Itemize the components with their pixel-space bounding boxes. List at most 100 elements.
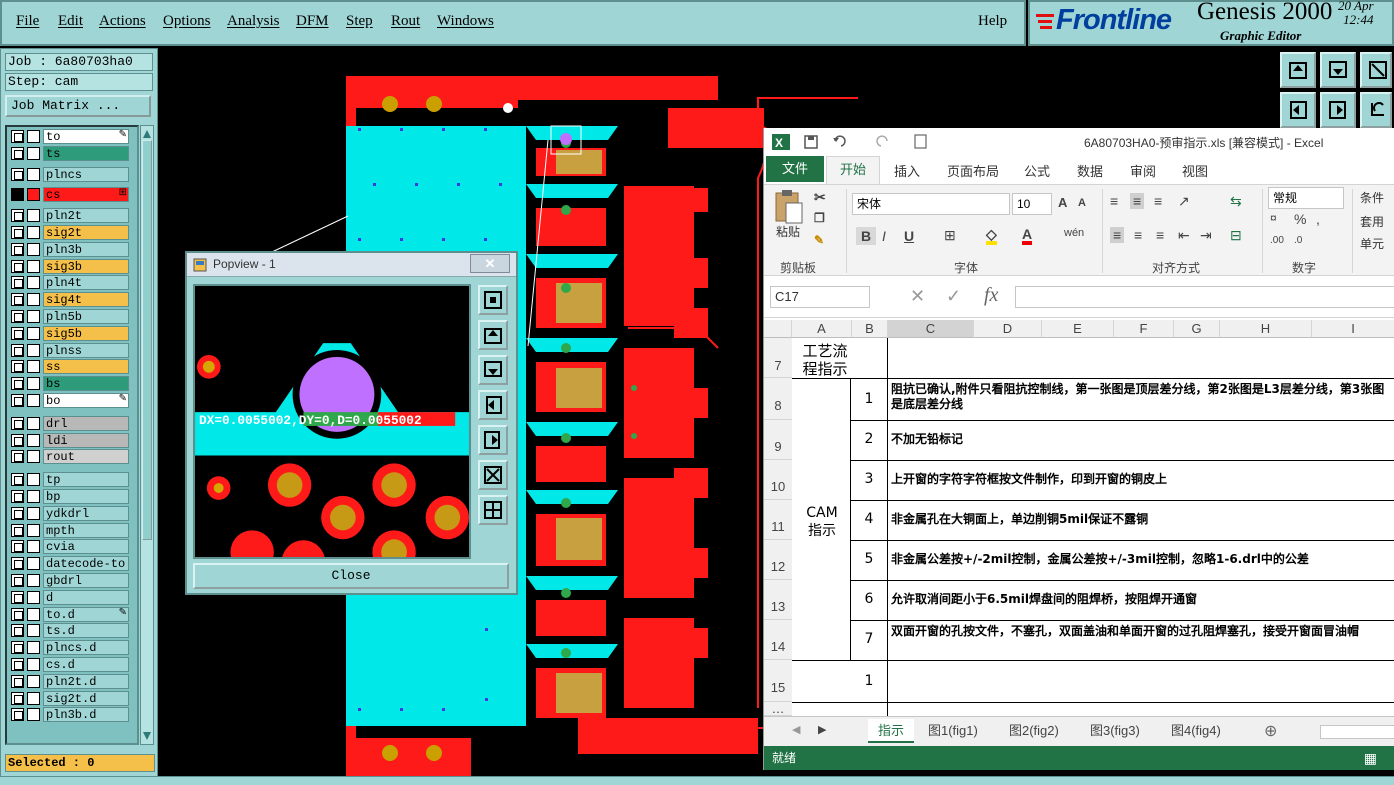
layer-affected-checkbox[interactable] xyxy=(27,310,40,323)
layer-affected-checkbox[interactable] xyxy=(27,590,40,604)
layer-visibility-checkbox[interactable] xyxy=(11,674,24,688)
layer-row-sig4t[interactable]: sig4t xyxy=(9,292,137,308)
layer-visibility-checkbox[interactable] xyxy=(11,167,24,181)
cell-instruction[interactable]: 非金属孔在大铜面上，单边削铜5mil保证不露铜 xyxy=(891,512,1394,528)
cell-index[interactable]: 7 xyxy=(854,632,884,647)
layer-visibility-checkbox[interactable] xyxy=(11,607,24,621)
layer-name[interactable]: ldi xyxy=(43,432,129,448)
tab-review[interactable]: 审阅 xyxy=(1130,161,1156,180)
layer-affected-checkbox[interactable] xyxy=(27,691,40,705)
layer-row-plnss[interactable]: plnss xyxy=(9,342,137,358)
align-right-icon[interactable]: ≡ xyxy=(1156,227,1164,243)
column-header[interactable]: D xyxy=(974,320,1042,338)
layer-affected-checkbox[interactable] xyxy=(27,360,40,374)
column-header[interactable]: B xyxy=(852,320,888,338)
popview-up-button[interactable] xyxy=(478,320,508,350)
redo-icon[interactable] xyxy=(872,134,896,148)
decrease-indent-icon[interactable]: ⇤ xyxy=(1178,227,1190,244)
orientation-icon[interactable]: ↗ xyxy=(1178,193,1190,210)
layer-affected-checkbox[interactable] xyxy=(27,226,40,239)
layer-affected-checkbox[interactable] xyxy=(27,130,40,143)
cell-instruction[interactable]: 上开窗的字符字符框按文件制作，印到开窗的铜皮上 xyxy=(891,472,1394,488)
italic-icon[interactable]: I xyxy=(882,228,886,244)
layer-row-ts[interactable]: ts xyxy=(9,145,137,161)
layer-row-ldi[interactable]: ldi xyxy=(9,432,137,448)
conditional-format-button[interactable]: 条件 xyxy=(1360,189,1384,206)
layer-row-bo[interactable]: bo ✎ xyxy=(9,393,137,408)
layer-affected-checkbox[interactable] xyxy=(27,188,40,202)
layer-visibility-checkbox[interactable] xyxy=(11,146,24,160)
toolbar-pan-up-button[interactable] xyxy=(1280,52,1316,88)
toolbar-pan-right-button[interactable] xyxy=(1320,92,1356,128)
popview-right-button[interactable] xyxy=(478,425,508,455)
excel-titlebar[interactable]: X 6A80703HA0-预审指示.xls [兼容模式] - Excel xyxy=(764,128,1394,156)
layer-visibility-checkbox[interactable] xyxy=(11,377,24,391)
increase-indent-icon[interactable]: ⇥ xyxy=(1200,227,1212,244)
column-header[interactable]: E xyxy=(1042,320,1114,338)
layer-affected-checkbox[interactable] xyxy=(27,708,40,722)
tab-view[interactable]: 视图 xyxy=(1182,161,1208,180)
layer-affected-checkbox[interactable] xyxy=(27,674,40,688)
layer-affected-checkbox[interactable] xyxy=(27,326,40,340)
layer-affected-checkbox[interactable] xyxy=(27,242,40,256)
layer-row-bp[interactable]: bp xyxy=(9,489,137,504)
tab-home[interactable]: 开始 xyxy=(826,156,880,184)
layer-row-pln3b-d[interactable]: pln3b.d xyxy=(9,707,137,723)
popview-left-button[interactable] xyxy=(478,390,508,420)
layer-row-plncs[interactable]: plncs xyxy=(9,166,137,182)
popview-close-x-button[interactable]: ✕ xyxy=(470,254,510,273)
layer-affected-checkbox[interactable] xyxy=(27,259,40,273)
sheet-next-icon[interactable]: ▶ xyxy=(818,723,826,736)
font-color-icon[interactable]: A xyxy=(1022,227,1033,245)
layer-name[interactable]: pln5b xyxy=(43,309,129,324)
layer-visibility-checkbox[interactable] xyxy=(11,450,24,464)
new-file-icon[interactable] xyxy=(914,134,928,150)
layer-row-pln2t[interactable]: pln2t xyxy=(9,208,137,224)
sheet-tab[interactable]: 图3(fig3) xyxy=(1090,719,1140,743)
layer-visibility-checkbox[interactable] xyxy=(11,506,24,520)
layer-affected-checkbox[interactable] xyxy=(27,490,40,503)
menu-edit[interactable]: Edit xyxy=(58,13,83,30)
layer-list[interactable]: to ✎ ts plncs cs ⊞ pln2t sig2t pln3b sig3b pln4t si… xyxy=(5,125,139,745)
layer-visibility-checkbox[interactable] xyxy=(11,473,24,487)
toolbar-rotate-button[interactable] xyxy=(1360,92,1392,128)
layer-row-plncs-d[interactable]: plncs.d xyxy=(9,640,137,656)
menu-help[interactable]: Help xyxy=(978,13,1007,30)
layer-affected-checkbox[interactable] xyxy=(27,209,40,223)
layer-row-sig2t[interactable]: sig2t xyxy=(9,225,137,240)
layer-name[interactable]: ts xyxy=(43,145,129,161)
format-painter-icon[interactable]: ✎ xyxy=(814,233,824,247)
layer-visibility-checkbox[interactable] xyxy=(11,360,24,374)
layer-visibility-checkbox[interactable] xyxy=(11,574,24,587)
layer-affected-checkbox[interactable] xyxy=(27,276,40,290)
menu-file[interactable]: File xyxy=(16,13,39,30)
cell-cam-label[interactable]: CAM指示 xyxy=(800,504,844,540)
layer-row-ts-d[interactable]: ts.d xyxy=(9,623,137,639)
layer-visibility-checkbox[interactable] xyxy=(11,523,24,537)
align-left-icon[interactable]: ≡ xyxy=(1110,227,1125,243)
cell-index[interactable]: 1 xyxy=(854,674,884,689)
layer-affected-checkbox[interactable] xyxy=(27,540,40,554)
layer-row-mpth[interactable]: mpth xyxy=(9,522,137,538)
column-header[interactable]: A xyxy=(792,320,852,338)
phonetic-icon[interactable]: wén xyxy=(1064,227,1084,239)
name-box[interactable]: C17 xyxy=(770,286,870,308)
layer-visibility-checkbox[interactable] xyxy=(11,540,24,554)
layer-visibility-checkbox[interactable] xyxy=(11,242,24,256)
layer-affected-checkbox[interactable] xyxy=(27,506,40,520)
layer-row-drl[interactable]: drl xyxy=(9,415,137,431)
layer-name[interactable]: ss xyxy=(43,359,129,375)
bold-icon[interactable]: B xyxy=(856,227,877,245)
layer-name[interactable]: sig4t xyxy=(43,292,129,308)
layer-row-bs[interactable]: bs xyxy=(9,376,137,392)
layer-row-to-d[interactable]: to.d ✎ xyxy=(9,606,137,622)
layer-visibility-checkbox[interactable] xyxy=(11,209,24,223)
menu-dfm[interactable]: DFM xyxy=(296,13,329,30)
toolbar-pan-left-button[interactable] xyxy=(1280,92,1316,128)
add-sheet-icon[interactable]: ⊕ xyxy=(1264,721,1277,741)
cell-index[interactable]: 4 xyxy=(854,512,884,527)
column-header[interactable]: I xyxy=(1312,320,1394,338)
popview-close-button[interactable]: Close xyxy=(193,563,509,589)
job-matrix-button[interactable]: Job Matrix ... xyxy=(5,95,151,117)
layer-visibility-checkbox[interactable] xyxy=(11,641,24,655)
